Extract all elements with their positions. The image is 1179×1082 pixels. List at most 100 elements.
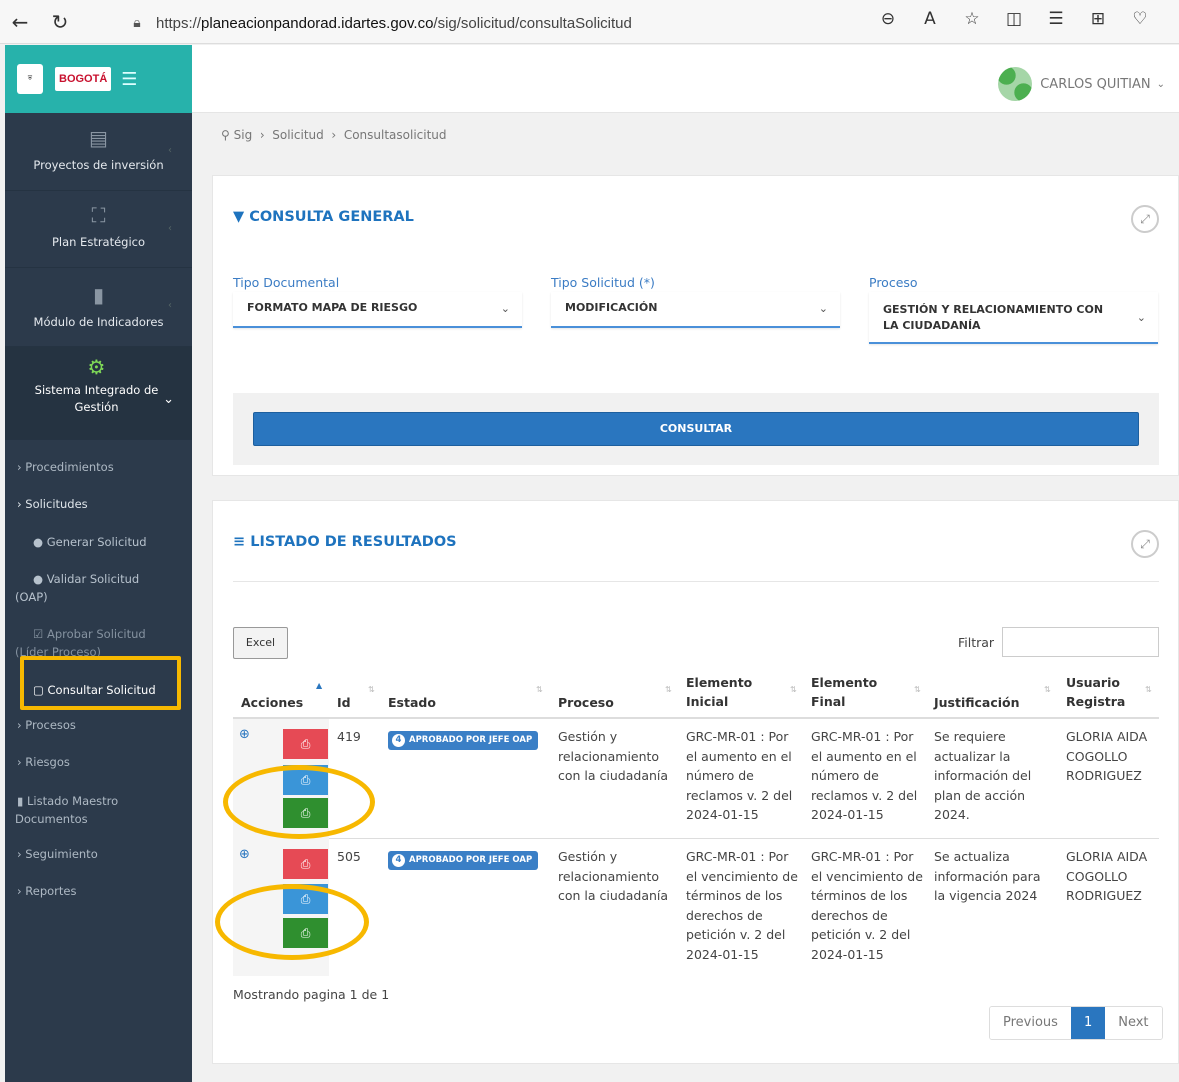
browser-essentials-icon[interactable]: ♡ bbox=[1119, 9, 1161, 29]
read-aloud-icon[interactable]: A bbox=[909, 9, 951, 29]
sidebar: ⛨ BOGOTÁ ☰ ▤ Proyectos de inversión ‹ ⛶ … bbox=[5, 45, 192, 1082]
breadcrumb-item[interactable]: Sig bbox=[234, 128, 253, 142]
submenu-generar-solicitud[interactable]: ● Generar Solicitud bbox=[5, 533, 147, 551]
proceso-value: GESTIÓN Y RELACIONAMIENTO CON LA CIUDADA… bbox=[883, 303, 1104, 332]
pdf-red-button[interactable]: ⎙ bbox=[283, 729, 328, 759]
chevron-right-icon: › bbox=[17, 497, 22, 511]
chevron-down-icon: ⌄ bbox=[163, 392, 174, 407]
panel-title-text: LISTADO DE RESULTADOS bbox=[250, 534, 457, 550]
col-usuario-registra[interactable]: Usuario Registra bbox=[1066, 673, 1126, 711]
sidebar-item-label: Módulo de Indicadores bbox=[33, 315, 164, 329]
user-menu[interactable]: CARLOS QUITIAN ⌄ bbox=[998, 67, 1165, 101]
user-name: CARLOS QUITIAN bbox=[1040, 76, 1151, 92]
panel-title: ≡ LISTADO DE RESULTADOS bbox=[233, 534, 457, 550]
sidebar-item-label: Solicitudes bbox=[25, 497, 88, 511]
expand-icon[interactable]: ⤢ bbox=[1131, 205, 1159, 233]
submenu-label: Generar Solicitud bbox=[46, 535, 147, 549]
sort-asc-icon[interactable]: ▲ bbox=[316, 681, 322, 690]
chevron-left-icon: ‹ bbox=[168, 300, 172, 311]
plus-circle-icon[interactable]: ⊕ bbox=[239, 727, 250, 742]
proceso-select[interactable]: GESTIÓN Y RELACIONAMIENTO CON LA CIUDADA… bbox=[869, 292, 1158, 344]
col-justificacion[interactable]: Justificación bbox=[934, 693, 1020, 712]
cell-justificacion: Se requiere actualizar la información de… bbox=[934, 729, 1032, 823]
sidebar-item-listado-maestro[interactable]: ▮ Listado Maestro Documentos bbox=[5, 792, 155, 828]
cell-elemento-inicial: GRC-MR-01 : Por el vencimiento de términ… bbox=[686, 849, 798, 962]
address-bar[interactable]: 🔒︎ https://planeacionpandorad.idartes.go… bbox=[118, 7, 998, 39]
sort-icon[interactable]: ⇅ bbox=[790, 685, 797, 694]
status-number: 4 bbox=[392, 854, 405, 867]
highlight-oval bbox=[223, 765, 375, 839]
reload-icon[interactable]: ↻ bbox=[40, 10, 80, 34]
chevron-right-icon: › bbox=[17, 460, 22, 474]
cell-elemento-final: GRC-MR-01 : Por el vencimiento de términ… bbox=[811, 849, 923, 962]
sort-icon[interactable]: ⇅ bbox=[665, 685, 672, 694]
sidebar-item-label: Procesos bbox=[25, 718, 76, 732]
cell-id: 419 bbox=[337, 729, 361, 744]
tipo-documental-select[interactable]: FORMATO MAPA DE RIESGO ⌄ bbox=[233, 292, 522, 328]
chevron-down-icon: ⌄ bbox=[818, 302, 828, 315]
filter-input[interactable] bbox=[1002, 627, 1159, 657]
cell-id: 505 bbox=[337, 849, 361, 864]
col-elemento-final[interactable]: Elemento Final bbox=[811, 673, 891, 711]
plus-circle-icon[interactable]: ⊕ bbox=[239, 847, 250, 862]
col-id[interactable]: Id bbox=[337, 693, 351, 712]
next-button[interactable]: Next bbox=[1105, 1007, 1162, 1039]
page-1-button[interactable]: 1 bbox=[1070, 1007, 1106, 1039]
sidebar-item-solicitudes[interactable]: › Solicitudes bbox=[5, 497, 88, 511]
breadcrumb: ⚲ Sig › Solicitud › Consultasolicitud bbox=[221, 128, 447, 142]
back-icon[interactable]: ← bbox=[0, 10, 40, 34]
divider bbox=[233, 581, 1159, 582]
plus-circle-icon: ● bbox=[33, 535, 44, 549]
sort-icon[interactable]: ⇅ bbox=[1145, 685, 1152, 694]
sidebar-item-riesgos[interactable]: › Riesgos bbox=[5, 755, 70, 769]
sidebar-item-procesos[interactable]: › Procesos bbox=[5, 718, 76, 732]
col-acciones[interactable]: Acciones bbox=[241, 693, 303, 712]
menu-toggle-icon[interactable]: ☰ bbox=[121, 69, 137, 90]
sidebar-item-sig[interactable]: ⚙ Sistema Integrado de Gestión ⌄ bbox=[5, 347, 192, 440]
sidebar-item-plan[interactable]: ⛶ Plan Estratégico ‹ bbox=[5, 191, 192, 268]
split-screen-icon[interactable]: ◫ bbox=[993, 9, 1035, 29]
consulta-general-panel: ▼ CONSULTA GENERAL ⤢ Tipo Documental FOR… bbox=[212, 175, 1179, 476]
zoom-out-icon[interactable]: ⊖ bbox=[867, 9, 909, 29]
col-proceso[interactable]: Proceso bbox=[558, 693, 614, 712]
excel-button[interactable]: Excel bbox=[233, 627, 288, 659]
expand-icon[interactable]: ⤢ bbox=[1131, 530, 1159, 558]
status-badge: 4 APROBADO POR JEFE OAP bbox=[388, 731, 539, 750]
gears-icon: ⚙ bbox=[87, 355, 106, 379]
pdf-red-button[interactable]: ⎙ bbox=[283, 849, 328, 879]
sidebar-item-indicadores[interactable]: ▮ Módulo de Indicadores ‹ bbox=[5, 268, 192, 347]
highlight-oval bbox=[215, 884, 369, 960]
cell-proceso: Gestión y relacionamiento con la ciudada… bbox=[558, 849, 669, 904]
sidebar-item-seguimiento[interactable]: › Seguimiento bbox=[5, 847, 98, 861]
database-icon: ▤ bbox=[89, 126, 108, 150]
consultar-button[interactable]: CONSULTAR bbox=[253, 412, 1139, 446]
sidebar-item-label: Sistema Integrado de Gestión bbox=[34, 383, 159, 414]
panel-title-text: CONSULTA GENERAL bbox=[249, 209, 414, 225]
sidebar-item-label: Reportes bbox=[25, 884, 77, 898]
sort-icon[interactable]: ⇅ bbox=[368, 685, 375, 694]
sort-icon[interactable]: ⇅ bbox=[1044, 685, 1051, 694]
sort-icon[interactable]: ⇅ bbox=[536, 685, 543, 694]
sidebar-item-label: Proyectos de inversión bbox=[33, 158, 164, 172]
lock-icon[interactable]: 🔒︎ bbox=[118, 15, 156, 31]
cell-elemento-inicial: GRC-MR-01 : Por el aumento en el número … bbox=[686, 729, 793, 823]
table-row: ⊕ ⎙ ⎙ ⎙ 505 4 APROBADO POR JEFE OAP Gesti… bbox=[233, 839, 1159, 976]
submenu-validar-solicitud[interactable]: ● Validar Solicitud (OAP) bbox=[5, 570, 170, 606]
collections-icon[interactable]: ⊞ bbox=[1077, 9, 1119, 29]
top-header: CARLOS QUITIAN ⌄ bbox=[192, 45, 1179, 113]
sidebar-item-proyectos[interactable]: ▤ Proyectos de inversión ‹ bbox=[5, 113, 192, 191]
previous-button[interactable]: Previous bbox=[990, 1007, 1071, 1039]
sidebar-item-procedimientos[interactable]: › Procedimientos bbox=[5, 460, 114, 474]
favorite-icon[interactable]: ☆ bbox=[951, 9, 993, 29]
favorites-bar-icon[interactable]: ☰ bbox=[1035, 9, 1077, 29]
sort-icon[interactable]: ⇅ bbox=[914, 685, 921, 694]
breadcrumb-item[interactable]: Solicitud bbox=[272, 128, 324, 142]
col-elemento-inicial[interactable]: Elemento Inicial bbox=[686, 673, 766, 711]
panel-title: ▼ CONSULTA GENERAL bbox=[233, 209, 414, 225]
col-estado[interactable]: Estado bbox=[388, 693, 436, 712]
chevron-right-icon: › bbox=[17, 755, 22, 769]
sidebar-item-reportes[interactable]: › Reportes bbox=[5, 884, 76, 898]
logo-area: ⛨ BOGOTÁ ☰ bbox=[5, 45, 192, 113]
resultados-panel: ≡ LISTADO DE RESULTADOS ⤢ Excel Filtrar … bbox=[212, 500, 1179, 1064]
tipo-solicitud-select[interactable]: MODIFICACIÓN ⌄ bbox=[551, 292, 840, 328]
